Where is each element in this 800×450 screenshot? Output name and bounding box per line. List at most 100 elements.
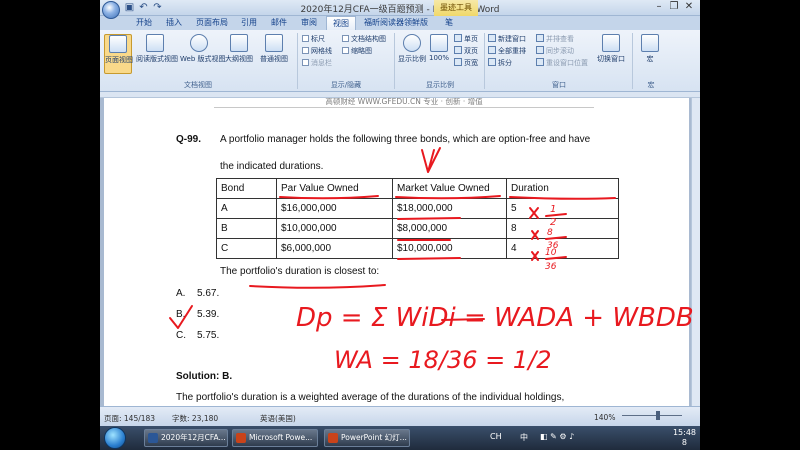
table-header-row: Bond Par Value Owned Market Value Owned … (216, 178, 619, 199)
tab-insert[interactable]: 插入 (160, 16, 188, 30)
web-layout-button[interactable]: Web 版式视图 (180, 34, 226, 74)
macro-icon (641, 34, 659, 52)
table-header-cell: Duration (506, 178, 619, 199)
taskbar-word[interactable]: 2020年12月CFA... (144, 429, 228, 447)
page-view-icon (109, 35, 127, 53)
group-separator (632, 33, 633, 89)
option-letter: B. (176, 309, 186, 320)
slider-thumb[interactable] (656, 411, 660, 420)
tab-view[interactable]: 视图 (326, 16, 356, 30)
checkbox-icon (302, 47, 309, 54)
question-number: Q-99. (176, 134, 202, 145)
outline-button[interactable]: 大纲视图 (224, 34, 254, 74)
reset-window-icon (536, 58, 544, 66)
arrange-all-button[interactable]: 全部重排 (488, 46, 526, 56)
restore-icon[interactable]: ❐ (667, 1, 681, 13)
tab-foxit[interactable]: 福昕阅读器领鲜版 (362, 16, 430, 30)
one-page-icon (454, 34, 462, 42)
group-label-show-hide: 显示/隐藏 (330, 81, 362, 89)
table-header-cell: Bond (216, 178, 277, 199)
checkbox-icon (342, 47, 349, 54)
document-area: 高顿财经 WWW.GFEDU.CN 专业 · 创新 · 增值 Q-99. A p… (100, 92, 700, 406)
gridlines-checkbox[interactable]: 网格线 (302, 46, 332, 56)
taskbar-slideshow[interactable]: PowerPoint 幻灯... (324, 429, 410, 447)
table-cell: 4 (506, 238, 619, 259)
tab-page-layout[interactable]: 页面布局 (192, 16, 232, 30)
word-icon (148, 433, 158, 443)
minimize-icon[interactable]: – (652, 1, 666, 13)
taskbar-powerpoint[interactable]: Microsoft Powe... (232, 429, 318, 447)
group-label-macros: 宏 (647, 81, 655, 89)
page-width-icon (454, 58, 462, 66)
option-value: 5.75. (197, 330, 220, 341)
clock-time: 15:48 (672, 428, 696, 437)
page-count[interactable]: 页面: 145/183 (104, 413, 155, 424)
office-button[interactable] (102, 1, 120, 19)
reset-window-position-button[interactable]: 重设窗口位置 (536, 58, 588, 68)
globe-icon (190, 34, 208, 52)
word-count[interactable]: 字数: 23,180 (172, 413, 218, 424)
table-row: C $6,000,000 $10,000,000 4 (216, 238, 619, 259)
ime-mode[interactable]: 中 (520, 432, 528, 443)
input-language[interactable]: CH (490, 432, 502, 441)
magnifier-icon (403, 34, 421, 52)
tray-icons[interactable]: ◧ ✎ ⚙ ♪ (540, 432, 574, 441)
table-header-cell: Par Value Owned (276, 178, 393, 199)
solution-label: Solution: B. (176, 371, 233, 382)
one-page-button[interactable]: 单页 (454, 34, 478, 44)
synchronous-scrolling-button[interactable]: 同步滚动 (536, 46, 574, 56)
question-prompt: The portfolio's duration is closest to: (220, 266, 380, 277)
new-window-button[interactable]: 新建窗口 (488, 34, 526, 44)
draft-icon (265, 34, 283, 52)
print-layout-button[interactable]: 页面视图 (104, 34, 133, 74)
outline-icon (230, 34, 248, 52)
checkbox-icon (302, 59, 309, 66)
full-screen-reading-button[interactable]: 阅读版式视图 (136, 34, 178, 74)
slider-track (622, 415, 682, 416)
page-header: 高顿财经 WWW.GFEDU.CN 专业 · 创新 · 增值 (214, 98, 594, 108)
view-side-by-side-button[interactable]: 并排查看 (536, 34, 574, 44)
split-icon (488, 58, 496, 66)
group-separator (484, 33, 485, 89)
group-label-window: 窗口 (552, 81, 566, 89)
option-value: 5.39. (197, 309, 220, 320)
vertical-scrollbar[interactable] (691, 98, 700, 406)
thumbnails-checkbox[interactable]: 缩略图 (342, 46, 372, 56)
tab-references[interactable]: 引用 (236, 16, 262, 30)
zoom-slider[interactable] (622, 411, 682, 420)
ribbon-tabs: 开始 插入 页面布局 引用 邮件 审阅 视图 福昕阅读器领鲜版 笔 (100, 16, 700, 30)
page-width-button[interactable]: 页宽 (454, 58, 478, 68)
zoom-level[interactable]: 140% (594, 413, 615, 422)
reading-view-icon (146, 34, 164, 52)
document-page[interactable]: 高顿财经 WWW.GFEDU.CN 专业 · 创新 · 增值 Q-99. A p… (104, 98, 689, 406)
ink-tools-context-tab: 墨迹工具 (434, 0, 478, 16)
clock[interactable]: 15:48 8 (673, 428, 696, 448)
zoom-100-button[interactable]: 100% (428, 34, 450, 74)
table-row: A $16,000,000 $18,000,000 5 (216, 198, 619, 219)
ruler-checkbox[interactable]: 标尺 (302, 34, 325, 44)
close-icon[interactable]: ✕ (682, 1, 696, 13)
start-button[interactable] (104, 427, 126, 449)
zoom-button[interactable]: 显示比例 (398, 34, 426, 74)
question-line-2: the indicated durations. (220, 161, 324, 172)
language-indicator[interactable]: 英语(美国) (260, 413, 296, 424)
status-bar: 页面: 145/183 字数: 23,180 英语(美国) 140% (100, 406, 700, 426)
taskbar: 2020年12月CFA... Microsoft Powe... PowerPo… (100, 426, 700, 450)
table-cell: 8 (506, 218, 619, 239)
table-cell: $10,000,000 (276, 218, 393, 239)
table-header-cell: Market Value Owned (392, 178, 507, 199)
tab-review[interactable]: 审阅 (296, 16, 322, 30)
powerpoint-icon (236, 433, 246, 443)
tab-mailings[interactable]: 邮件 (266, 16, 292, 30)
tab-pen[interactable]: 笔 (438, 16, 460, 30)
split-button[interactable]: 拆分 (488, 58, 512, 68)
document-map-checkbox[interactable]: 文档结构图 (342, 34, 386, 44)
new-window-icon (488, 34, 496, 42)
macros-button[interactable]: 宏 (638, 34, 662, 74)
tab-home[interactable]: 开始 (130, 16, 158, 30)
draft-button[interactable]: 普通视图 (258, 34, 290, 74)
table-cell: $6,000,000 (276, 238, 393, 259)
message-bar-checkbox[interactable]: 消息栏 (302, 58, 332, 68)
switch-windows-button[interactable]: 切换窗口 (594, 34, 628, 74)
two-pages-button[interactable]: 双页 (454, 46, 478, 56)
